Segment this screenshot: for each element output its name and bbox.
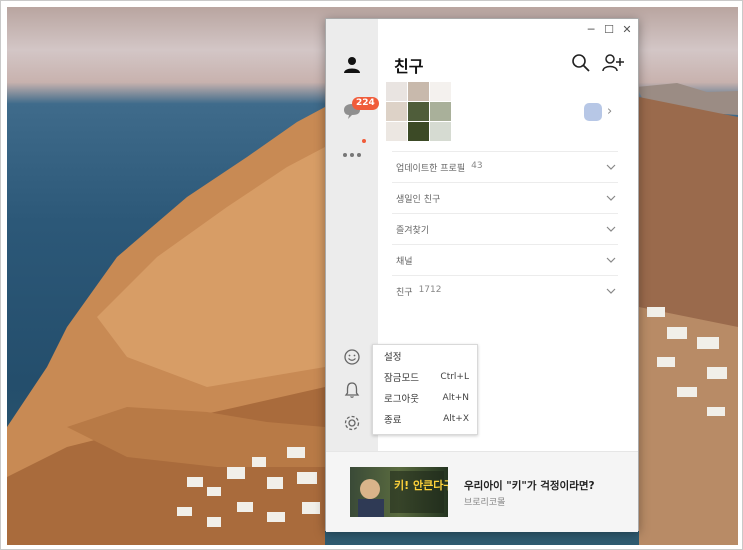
emoticon-button[interactable] — [340, 345, 364, 369]
sidebar: 224 — [326, 19, 379, 451]
section-favorites[interactable]: 즐겨찾기 — [392, 213, 618, 244]
menu-item-logout[interactable]: 로그아웃 Alt+N — [373, 387, 477, 408]
menu-item-label: 종료 — [384, 414, 402, 426]
profile-friend-icon[interactable] — [584, 103, 602, 121]
page-title: 친구 — [394, 57, 424, 76]
chevron-down-icon — [606, 257, 616, 263]
smiley-icon — [344, 349, 360, 365]
add-friend-button[interactable] — [602, 53, 624, 75]
menu-item-lock-mode[interactable]: 잠금모드 Ctrl+L — [373, 366, 477, 387]
menu-item-shortcut: Alt+X — [443, 413, 469, 424]
menu-item-settings[interactable]: 설정 — [373, 345, 477, 366]
ad-source: 브로리코몰 — [464, 498, 506, 508]
section-channels[interactable]: 채널 — [392, 244, 618, 275]
menu-item-shortcut: Alt+N — [442, 392, 469, 403]
section-friends[interactable]: 친구 1712 — [392, 275, 618, 306]
section-count: 1712 — [418, 284, 442, 295]
section-updated-profiles[interactable]: 업데이트한 프로필 43 — [392, 151, 618, 182]
section-birthday-friends[interactable]: 생일인 친구 — [392, 182, 618, 213]
ad-thumbnail-image: 키! 안큰다구요?? — [358, 471, 448, 517]
search-icon — [572, 54, 590, 72]
chat-unread-badge: 224 — [352, 97, 379, 110]
section-count: 43 — [471, 160, 483, 171]
section-label: 생일인 친구 — [396, 194, 441, 205]
person-icon — [344, 57, 360, 73]
my-profile-avatar[interactable] — [386, 82, 451, 141]
section-label: 친구 — [396, 287, 413, 298]
friends-tab[interactable] — [340, 53, 364, 77]
friend-sections-list: 업데이트한 프로필 43 생일인 친구 즐겨찾기 채널 친구 1712 — [392, 151, 618, 306]
section-label: 즐겨찾기 — [396, 225, 430, 236]
chevron-down-icon — [606, 164, 616, 170]
chevron-down-icon — [606, 226, 616, 232]
section-label: 채널 — [396, 256, 413, 267]
chevron-down-icon — [606, 195, 616, 201]
notifications-button[interactable] — [340, 378, 364, 402]
screen-frame: ─ ☐ ✕ 224 친구 › 업데이트한 프로필 43 생일인 친구 즐겨찾기 … — [0, 0, 743, 550]
section-label: 업데이트한 프로필 — [396, 163, 466, 174]
settings-popup-menu: 설정 잠금모드 Ctrl+L 로그아웃 Alt+N 종료 Alt+X — [372, 344, 478, 435]
more-tab[interactable] — [340, 143, 364, 167]
menu-item-label: 설정 — [384, 351, 402, 363]
menu-item-shortcut: Ctrl+L — [440, 371, 469, 382]
gear-icon — [344, 415, 360, 431]
chevron-down-icon — [606, 288, 616, 294]
more-dots-icon — [343, 153, 361, 157]
menu-item-exit[interactable]: 종료 Alt+X — [373, 408, 477, 429]
settings-button[interactable] — [340, 411, 364, 435]
ad-thumb-text: 키! 안큰다구요?? — [394, 478, 448, 492]
bell-icon — [344, 382, 360, 398]
ad-title: 우리아이 "키"가 걱정이라면? — [464, 480, 595, 492]
add-person-icon — [602, 54, 624, 72]
menu-item-label: 로그아웃 — [384, 393, 419, 405]
menu-item-label: 잠금모드 — [384, 372, 419, 384]
chevron-right-icon[interactable]: › — [607, 104, 612, 119]
search-button[interactable] — [571, 53, 593, 75]
ad-banner[interactable]: 키! 안큰다구요?? 우리아이 "키"가 걱정이라면? 브로리코몰 — [326, 451, 638, 532]
ad-thumbnail[interactable]: 키! 안큰다구요?? — [350, 467, 448, 517]
kakaotalk-window: ─ ☐ ✕ 224 친구 › 업데이트한 프로필 43 생일인 친구 즐겨찾기 … — [325, 18, 639, 532]
